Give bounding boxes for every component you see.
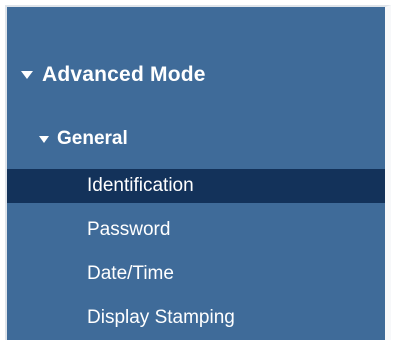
general-group-toggle[interactable]: General	[39, 124, 128, 154]
settings-nav-panel: Advanced Mode General Identification Pas…	[5, 5, 391, 340]
nav-item-display-stamping[interactable]: Display Stamping	[7, 301, 385, 335]
triangle-down-icon	[39, 135, 49, 143]
nav-item-label: Display Stamping	[87, 307, 235, 328]
triangle-down-icon	[21, 71, 33, 79]
advanced-mode-toggle[interactable]: Advanced Mode	[21, 59, 206, 91]
nav-item-date-time[interactable]: Date/Time	[7, 257, 385, 291]
advanced-mode-label: Advanced Mode	[42, 63, 206, 86]
general-group-label: General	[57, 128, 128, 149]
nav-item-label: Date/Time	[87, 263, 174, 284]
nav-item-label: Password	[87, 219, 171, 240]
nav-item-identification[interactable]: Identification	[7, 169, 385, 203]
nav-item-password[interactable]: Password	[7, 213, 385, 247]
nav-item-label: Identification	[87, 175, 194, 196]
